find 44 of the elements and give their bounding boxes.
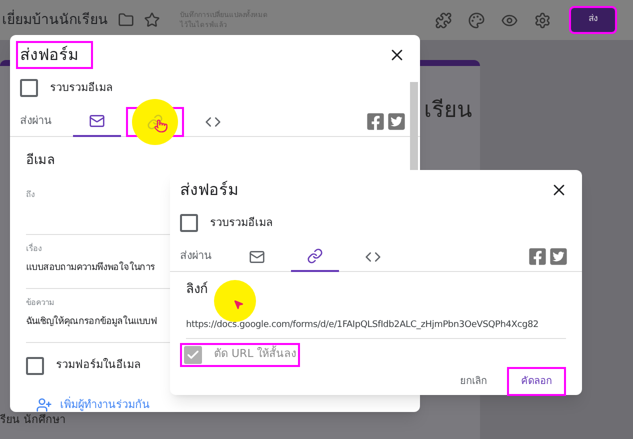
shorten-url-label: ตัด URL ให้สั้นลง [214, 346, 296, 362]
link-icon [307, 248, 323, 264]
checkbox[interactable] [20, 79, 38, 97]
background-text: รียน นักศึกษา [0, 412, 66, 428]
copy-button[interactable]: คัดลอก [507, 366, 566, 396]
form-title: เยี่ยมบ้านนักเรียน [2, 10, 108, 30]
settings-icon[interactable] [534, 12, 551, 28]
hand-cursor-icon [154, 118, 168, 132]
field-value: แบบสอบถามความพึงพอใจในการ [26, 260, 155, 274]
form-heading: เรียน [424, 97, 472, 125]
checkbox[interactable] [26, 356, 44, 374]
section-heading: ลิงก์ [186, 280, 208, 299]
twitter-icon[interactable] [387, 112, 406, 131]
star-icon[interactable] [144, 12, 160, 28]
twitter-icon[interactable] [549, 247, 568, 266]
field-label: ข้อความ [26, 296, 54, 308]
send-via-label: ส่งผ่าน [180, 248, 213, 264]
palette-icon[interactable] [468, 12, 485, 28]
url-text: https://docs.google.com/forms/d/e/1FAIpQLSfIdb2ALC_zHjmPbn3OeVSQPh4Xcg82 [186, 320, 539, 330]
puzzle-icon[interactable] [435, 12, 452, 28]
section-heading: อีเมล [26, 152, 55, 170]
field-label: เรื่อง [26, 242, 42, 254]
checkbox[interactable] [180, 214, 198, 232]
add-collaborators-link[interactable]: เพิ่มผู้ทำงานร่วมกัน [36, 396, 150, 413]
facebook-icon[interactable] [528, 247, 547, 266]
cancel-button[interactable]: ยกเลิก [446, 366, 501, 396]
link-icon [147, 114, 163, 130]
collect-emails-label: รวบรวมอีเมล [50, 80, 113, 96]
dialog-title: ส่งฟอร์ม [180, 180, 239, 199]
check-icon [186, 348, 200, 362]
include-form-label: รวมฟอร์มในอีเมล [56, 357, 141, 374]
person-add-icon [36, 396, 52, 413]
mail-icon [249, 248, 265, 264]
checkbox[interactable] [184, 346, 202, 364]
facebook-icon[interactable] [366, 112, 385, 131]
field-value: ฉันเชิญให้คุณกรอกข้อมูลในแบบฟ [26, 314, 158, 328]
send-via-label: ส่งผ่าน [20, 113, 53, 130]
dialog-title: ส่งฟอร์ม [20, 45, 79, 64]
cursor-icon [233, 299, 244, 310]
mail-icon [89, 112, 105, 128]
folder-icon[interactable] [118, 12, 134, 28]
field-label: ถึง [26, 188, 35, 200]
send-button[interactable]: ส่ง [571, 8, 615, 32]
collect-emails-label: รวบรวมอีเมล [210, 214, 273, 231]
